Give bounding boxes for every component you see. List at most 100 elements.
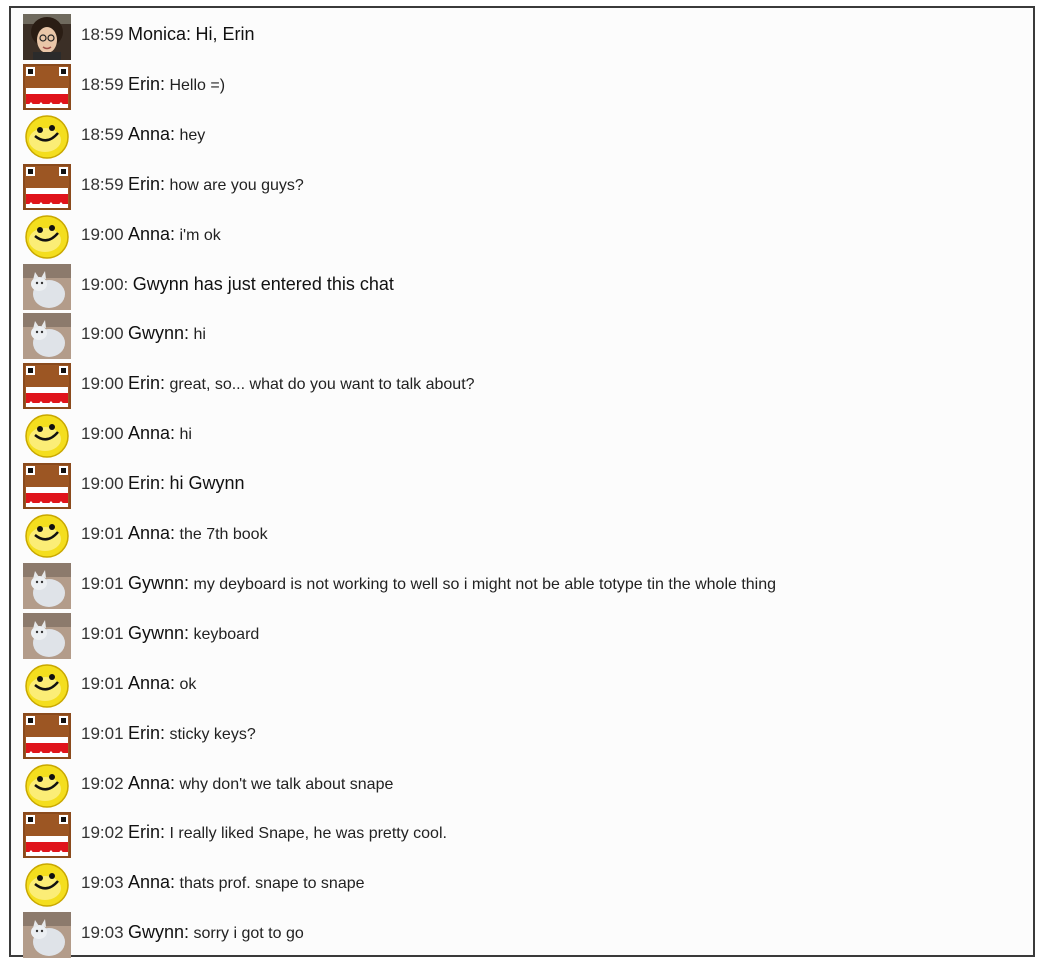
message-timestamp: 19:01: [81, 623, 124, 643]
message-text: Gwynn has just entered this chat: [132, 273, 394, 294]
message-text: ok: [179, 675, 197, 693]
message-line: 18:59 Erin: Hello =): [81, 74, 225, 95]
chat-message: 19:00 Anna: i'm ok: [11, 212, 1033, 262]
message-text: how are you guys?: [169, 176, 304, 194]
message-text: hi: [179, 426, 192, 444]
domo-avatar: [23, 163, 71, 210]
chat-window: 18:59 Monica: Hi, Erin 18:59 Erin: Hello …: [9, 6, 1035, 959]
domo-avatar: [23, 463, 71, 510]
message-sender: Anna:: [128, 872, 176, 893]
message-line: 19:00: Gwynn has just entered this chat: [81, 274, 394, 295]
message-text: keyboard: [193, 625, 260, 643]
chat-message: 19:03 Gwynn: sorry i got to go: [11, 910, 1033, 960]
smiley-avatar: [23, 663, 71, 709]
message-timestamp: 18:59: [81, 25, 124, 44]
message-text: I really liked Snape, he was pretty cool…: [169, 825, 447, 843]
smiley-avatar: [23, 214, 71, 260]
chat-message: 19:01 Gywnn: my deyboard is not working …: [11, 561, 1033, 611]
chat-message: 19:00 Erin: great, so... what do you wan…: [11, 361, 1033, 411]
message-sender: Anna:: [128, 123, 176, 144]
smiley-avatar: [23, 114, 71, 160]
message-timestamp: 19:03: [81, 923, 124, 943]
chat-message: 18:59 Anna: hey: [11, 112, 1033, 162]
smiley-avatar: [23, 513, 71, 559]
message-line: 18:59 Erin: how are you guys?: [81, 174, 304, 195]
message-sender: Anna:: [128, 772, 176, 793]
message-text: the 7th book: [179, 526, 268, 543]
chat-message: 19:00 Erin: hi Gwynn: [11, 461, 1033, 511]
smiley-avatar: [23, 413, 71, 459]
message-line: 19:03 Anna: thats prof. snape to snape: [81, 872, 365, 893]
message-line: 19:01 Gywnn: my deyboard is not working …: [81, 573, 776, 594]
chat-message: 19:01 Erin: sticky keys?: [11, 711, 1033, 761]
message-sender: Erin:: [128, 373, 166, 394]
message-text: hey: [179, 126, 206, 144]
message-text: why don't we talk about snape: [179, 775, 394, 793]
message-sender: Erin:: [128, 473, 166, 494]
chat-message: 19:00 Gwynn: hi: [11, 311, 1033, 361]
message-line: 18:59 Anna: hey: [81, 124, 205, 145]
message-timestamp: 19:00: [81, 374, 124, 394]
chat-message: 18:59 Monica: Hi, Erin: [11, 12, 1033, 62]
message-sender: Anna:: [128, 523, 176, 543]
message-text: sticky keys?: [169, 725, 256, 743]
chat-message: 19:01 Gywnn: keyboard: [11, 611, 1033, 661]
message-timestamp: 19:01: [81, 673, 124, 693]
message-sender: Anna:: [128, 672, 176, 693]
message-line: 19:01 Gywnn: keyboard: [81, 623, 259, 644]
message-line: 19:01 Erin: sticky keys?: [81, 723, 256, 744]
message-timestamp: 18:59: [81, 74, 124, 94]
message-line: 19:00 Anna: i'm ok: [81, 224, 221, 245]
message-timestamp: 19:01: [81, 723, 124, 743]
message-timestamp: 19:00: [81, 224, 124, 244]
message-timestamp: 18:59: [81, 124, 124, 144]
photo-avatar: [23, 14, 71, 60]
cat-avatar: [23, 562, 71, 609]
message-timestamp: 19:00: [81, 424, 124, 444]
chat-message: 18:59 Erin: Hello =): [11, 62, 1033, 112]
chat-message: 19:02 Anna: why don't we talk about snap…: [11, 761, 1033, 811]
message-text: great, so... what do you want to talk ab…: [169, 376, 475, 394]
message-sender: Monica:: [128, 24, 192, 44]
domo-avatar: [23, 363, 71, 410]
message-text: sorry i got to go: [193, 925, 304, 943]
message-timestamp: 19:01: [81, 573, 124, 593]
chat-message: 19:03 Anna: thats prof. snape to snape: [11, 860, 1033, 910]
chat-message: 19:00: Gwynn has just entered this chat: [11, 262, 1033, 312]
message-line: 18:59 Monica: Hi, Erin: [81, 24, 255, 45]
chat-message: 19:01 Anna: ok: [11, 661, 1033, 711]
message-timestamp: 19:00: [81, 474, 124, 494]
message-text: my deyboard is not working to well so i …: [193, 575, 777, 593]
message-sender: Anna:: [128, 423, 176, 444]
message-sender: Gywnn:: [128, 622, 190, 643]
message-sender: Gwynn:: [128, 323, 190, 344]
message-sender: Anna:: [128, 223, 176, 244]
message-timestamp: 19:00:: [81, 274, 129, 294]
message-line: 19:02 Anna: why don't we talk about snap…: [81, 773, 393, 794]
message-line: 19:00 Erin: hi Gwynn: [81, 473, 245, 494]
chat-message: 18:59 Erin: how are you guys?: [11, 162, 1033, 212]
message-text: i'm ok: [179, 226, 221, 244]
message-timestamp: 19:03: [81, 873, 124, 893]
message-line: 19:00 Gwynn: hi: [81, 323, 206, 344]
message-sender: Erin:: [128, 722, 166, 743]
message-sender: Erin:: [128, 73, 166, 94]
message-sender: Erin:: [128, 173, 166, 194]
domo-avatar: [23, 63, 71, 110]
domo-avatar: [23, 812, 71, 859]
message-timestamp: 19:00: [81, 324, 124, 344]
message-timestamp: 18:59: [81, 174, 124, 194]
message-sender: Gwynn:: [128, 922, 190, 943]
chat-log[interactable]: 18:59 Monica: Hi, Erin 18:59 Erin: Hello …: [11, 8, 1033, 959]
message-sender: Gywnn:: [128, 572, 190, 593]
message-line: 19:02 Erin: I really liked Snape, he was…: [81, 822, 447, 843]
message-timestamp: 19:01: [81, 524, 124, 543]
chat-message: 19:00 Anna: hi: [11, 411, 1033, 461]
cat-avatar: [23, 912, 71, 959]
message-line: 19:03 Gwynn: sorry i got to go: [81, 922, 304, 943]
chat-message: 19:01 Anna: the 7th book: [11, 511, 1033, 561]
message-text: hi: [193, 326, 206, 344]
cat-avatar: [23, 263, 71, 310]
cat-avatar: [23, 313, 71, 360]
message-text: Hi, Erin: [195, 24, 255, 44]
